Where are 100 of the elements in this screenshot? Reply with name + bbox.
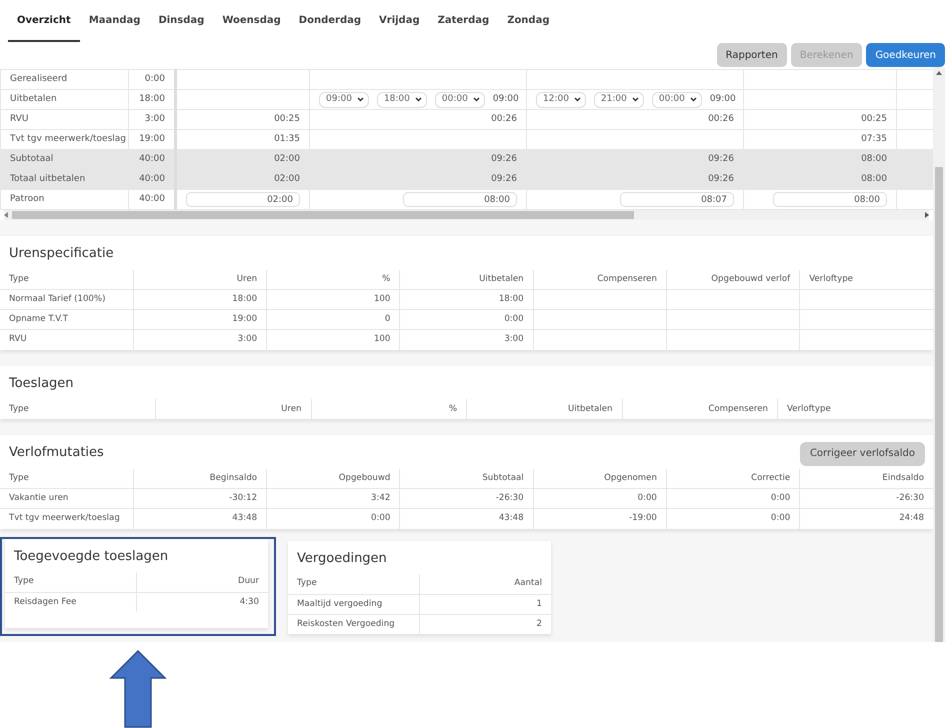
table-cell: 08:00 <box>744 150 896 170</box>
column-header: % <box>266 270 400 290</box>
hours-input[interactable]: 08:07 <box>620 192 734 207</box>
time-text: 09:00 <box>492 92 519 106</box>
row-label: Gerealiseerd <box>0 70 128 90</box>
table-cell: 18:00 <box>133 290 267 310</box>
table-cell: 09:26 <box>526 170 744 190</box>
table-cell: 02:00 <box>176 150 310 170</box>
table-cell: 00:26 <box>310 110 526 130</box>
table-cell: 18:00 <box>400 290 534 310</box>
table-cell: 00:26 <box>526 110 744 130</box>
table-cell: 09:26 <box>310 170 526 190</box>
correct-button[interactable]: Corrigeer verlofsaldo <box>800 442 925 466</box>
table-cell: 0:00 <box>400 310 534 330</box>
table-cell: 1 <box>420 594 551 614</box>
table-cell: RVU <box>0 330 134 350</box>
column-header: Uitbetalen <box>400 270 534 290</box>
day-tab[interactable]: Maandag <box>80 0 150 42</box>
approve-button[interactable]: Goedkeuren <box>866 43 945 67</box>
table-cell: Maaltijd vergoeding <box>288 594 420 614</box>
day-tab[interactable]: Donderdag <box>290 0 370 42</box>
table-cell: Reisdagen Fee <box>5 592 136 612</box>
table-cell: 00:25 <box>744 110 896 130</box>
day-tab[interactable]: Dinsdag <box>149 0 214 42</box>
table-cell: 0:00 <box>666 488 800 508</box>
table-cell: -30:12 <box>133 488 267 508</box>
column-header: % <box>311 399 466 419</box>
column-header: Compenseren <box>533 270 666 290</box>
column-header: Eindsaldo <box>800 468 933 488</box>
column-header: Uren <box>156 399 311 419</box>
table-cell: 43:48 <box>133 508 267 528</box>
time-select[interactable]: 12:00 <box>536 92 586 108</box>
column-header: Correctie <box>666 468 800 488</box>
table-cell: 0:00 <box>266 508 400 528</box>
day-tab[interactable]: Overzicht <box>8 0 80 42</box>
table-cell: 100 <box>266 290 400 310</box>
table-cell: 02:00 <box>176 170 310 190</box>
table-cell: -26:30 <box>400 488 534 508</box>
table-cell: 43:48 <box>400 508 534 528</box>
row-label: Uitbetalen <box>0 90 128 110</box>
day-tab[interactable]: Woensdag <box>213 0 290 42</box>
column-header: Type <box>0 399 156 419</box>
table-cell: Reiskosten Vergoeding <box>288 614 420 634</box>
table-cell: 0:00 <box>128 70 176 90</box>
time-text: 09:00 <box>710 92 736 106</box>
table-cell: 3:00 <box>133 330 267 350</box>
time-select[interactable]: 21:00 <box>594 92 644 108</box>
table-cell: 40:00 <box>128 170 176 190</box>
column-header: Subtotaal <box>400 468 534 488</box>
column-header: Duur <box>136 572 268 592</box>
column-header: Type <box>5 572 136 592</box>
column-header: Aantal <box>420 574 551 594</box>
row-label: RVU <box>0 110 128 130</box>
table-cell: Vakantie uren <box>0 488 134 508</box>
column-header: Opgebouwd verlof <box>666 270 800 290</box>
column-header: Type <box>0 468 134 488</box>
table-cell: 2 <box>420 614 551 634</box>
column-header: Uitbetalen <box>466 399 622 419</box>
table-cell: 3:00 <box>128 110 176 130</box>
table-cell: 100 <box>266 330 400 350</box>
table-cell: 00:25 <box>176 110 310 130</box>
day-tab[interactable]: Zaterdag <box>428 0 498 42</box>
hours-input[interactable]: 08:00 <box>773 192 887 207</box>
table-cell: 40:00 <box>128 150 176 170</box>
row-label: Subtotaal <box>0 150 128 170</box>
table-cell: 3:00 <box>400 330 534 350</box>
column-header: Opgenomen <box>533 468 666 488</box>
time-select[interactable]: 09:00 <box>319 92 369 108</box>
row-label: Totaal uitbetalen <box>0 170 128 190</box>
section-title: Verlofmutaties <box>8 444 105 462</box>
action-button[interactable]: Rapporten <box>716 43 787 67</box>
day-tab[interactable]: Vrijdag <box>370 0 429 42</box>
column-header: Type <box>288 574 420 594</box>
column-header: Compenseren <box>622 399 778 419</box>
hours-input[interactable]: 08:00 <box>403 192 517 207</box>
hours-input[interactable]: 02:00 <box>186 192 300 207</box>
table-cell: -19:00 <box>533 508 666 528</box>
time-select[interactable]: 18:00 <box>376 92 427 108</box>
table-cell: 3:42 <box>266 488 400 508</box>
table-cell: 4:30 <box>136 592 268 612</box>
section-title: Urenspecificatie <box>8 245 115 263</box>
table-cell: Tvt tgv meerwerk/toeslag <box>0 508 134 528</box>
section-title: Vergoedingen <box>296 550 388 568</box>
table-cell: 18:00 <box>128 90 176 110</box>
table-cell: 19:00 <box>133 310 267 330</box>
day-tab[interactable]: Zondag <box>498 0 558 42</box>
table-cell: Opname T.V.T <box>0 310 134 330</box>
section-title: Toegevoegde toeslagen <box>13 548 170 566</box>
table-cell: 08:00 <box>744 170 896 190</box>
column-header: Opgebouwd <box>266 468 400 488</box>
column-header: Beginsaldo <box>133 468 267 488</box>
column-header: Uren <box>133 270 267 290</box>
table-cell: 0:00 <box>533 488 666 508</box>
table-cell: 0 <box>266 310 400 330</box>
column-header: Verloftype <box>778 399 933 419</box>
table-cell: 09:26 <box>310 150 526 170</box>
time-select[interactable]: 00:00 <box>652 92 702 108</box>
column-header: Type <box>0 270 134 290</box>
time-select[interactable]: 00:00 <box>434 92 485 108</box>
table-cell: 09:26 <box>526 150 744 170</box>
